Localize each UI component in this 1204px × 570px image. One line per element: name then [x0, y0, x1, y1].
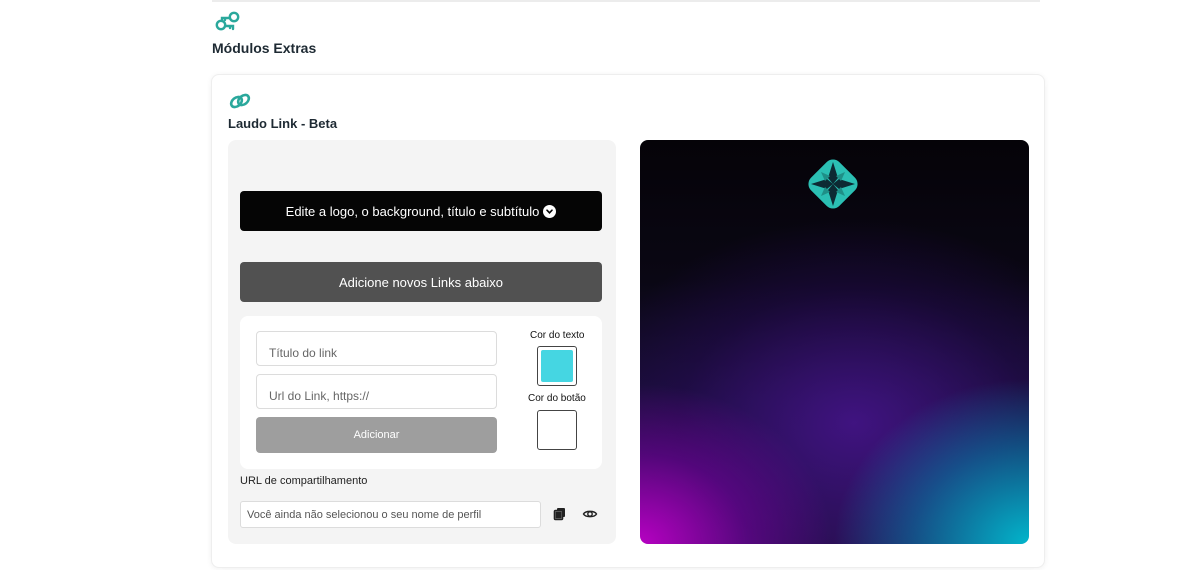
keys-icon [215, 11, 240, 31]
link-url-input[interactable] [256, 374, 497, 409]
share-url-label: URL de compartilhamento [240, 475, 368, 487]
text-color-picker[interactable] [537, 346, 577, 386]
add-link-button[interactable]: Adicionar [256, 417, 497, 453]
add-links-header-button[interactable]: Adicione novos Links abaixo [240, 262, 602, 302]
add-link-label: Adicionar [353, 429, 400, 441]
chevron-down-icon [543, 204, 557, 218]
top-divider [212, 0, 1040, 2]
section-header [212, 10, 242, 39]
link-icon [229, 93, 251, 109]
laudo-logo-icon [808, 159, 858, 209]
text-color-swatch [541, 350, 573, 382]
link-page-preview [640, 140, 1029, 544]
button-color-label: Cor do botão [528, 393, 586, 404]
card-title: Laudo Link - Beta [228, 116, 338, 131]
eye-icon[interactable] [582, 506, 598, 522]
edit-appearance-label: Edite a logo, o background, título e sub… [285, 203, 540, 219]
laudo-link-card: Laudo Link - Beta Edite a logo, o backgr… [211, 74, 1045, 568]
new-link-form: Adicionar Cor do texto Cor do botão [240, 316, 602, 469]
button-color-picker[interactable] [537, 410, 577, 450]
share-url-field[interactable] [240, 501, 541, 528]
page-title: Módulos Extras [212, 40, 317, 56]
button-color-swatch [541, 414, 573, 446]
copy-icon[interactable] [552, 506, 568, 522]
add-links-label: Adicione novos Links abaixo [338, 274, 504, 290]
editor-panel: Edite a logo, o background, título e sub… [228, 140, 616, 544]
link-title-input[interactable] [256, 331, 497, 366]
text-color-label: Cor do texto [530, 330, 585, 341]
edit-appearance-button[interactable]: Edite a logo, o background, título e sub… [240, 191, 602, 231]
